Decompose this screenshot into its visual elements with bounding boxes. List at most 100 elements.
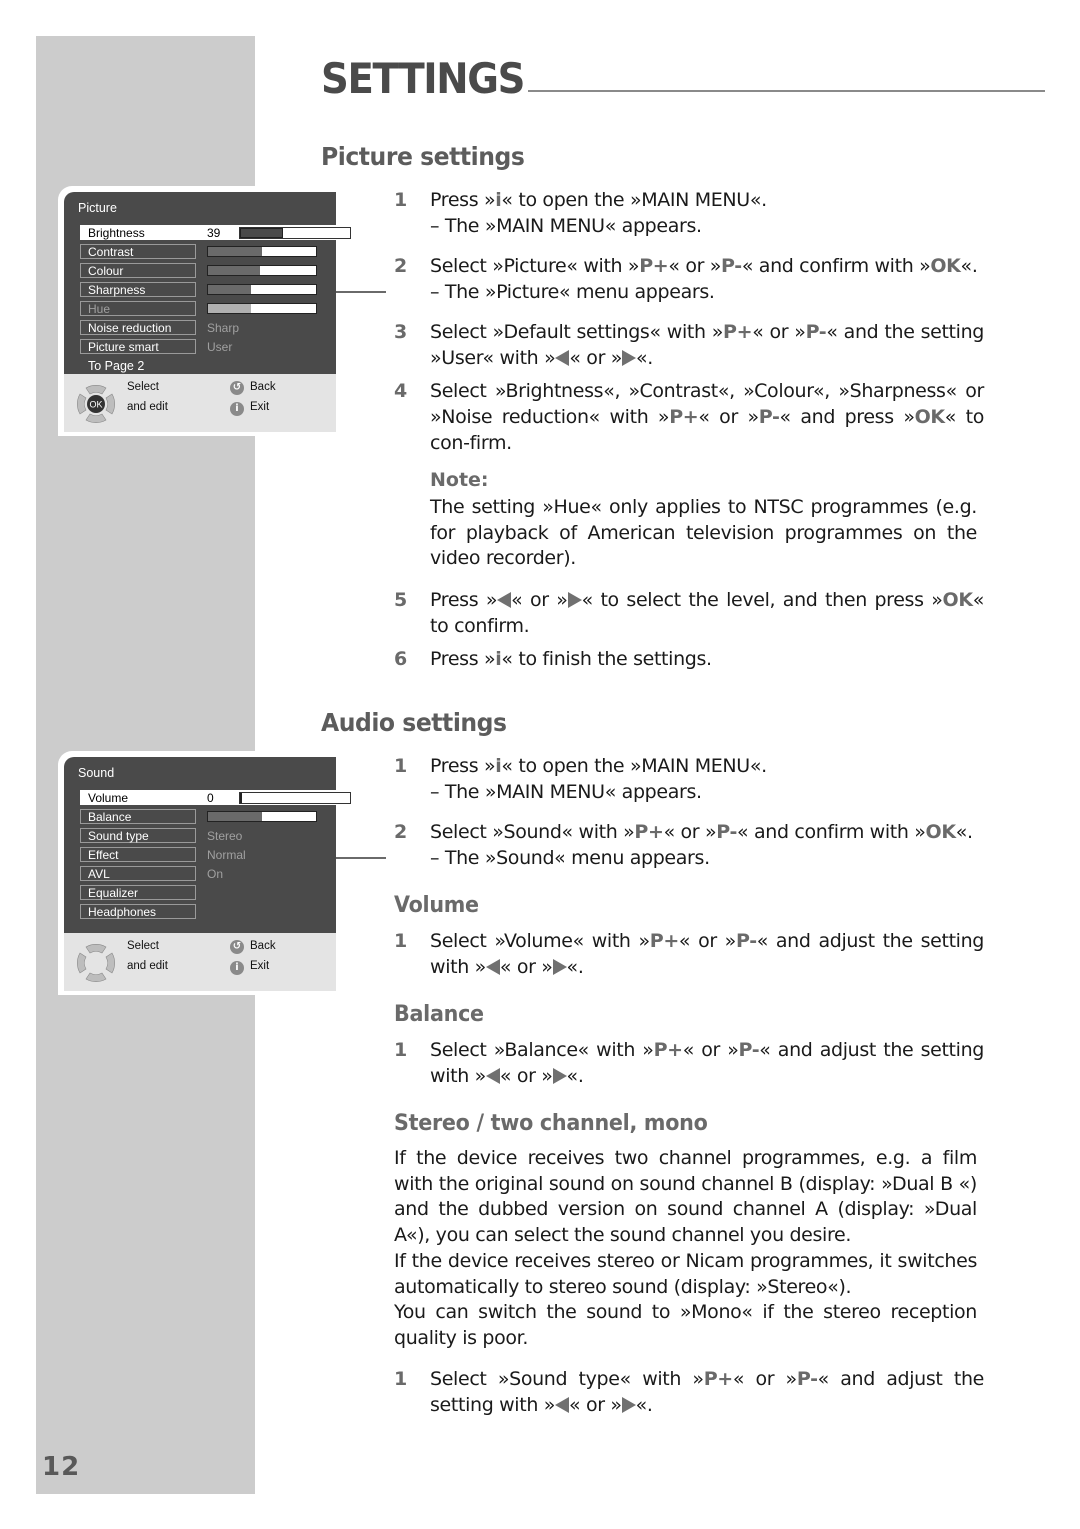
page-title: SETTINGS xyxy=(321,54,525,103)
menu-item-label: Balance xyxy=(88,810,132,824)
picture-step-6: 6 Press »i« to finish the settings. xyxy=(394,646,984,672)
menu-item-avl[interactable]: AVL xyxy=(80,866,196,881)
dpad-icon xyxy=(77,944,115,982)
dpad-ok-icon: OK xyxy=(77,385,115,423)
picture-settings-heading: Picture settings xyxy=(321,142,525,171)
menu-item-label: Sharpness xyxy=(88,283,146,297)
step-number: 1 xyxy=(394,755,408,777)
menu-item-value: On xyxy=(207,867,224,881)
sound-menu-footer: Select and edit ↺ Back i Exit xyxy=(64,933,336,991)
picture-step-4: 4 Select »Brightness«, »Contrast«, »Colou… xyxy=(394,378,984,456)
menu-item-effect[interactable]: Effect xyxy=(80,847,196,862)
sound-menu-leader-line xyxy=(336,857,386,859)
sound-menu-panel: Sound Volume 0 Balance Sound type Stereo Effe… xyxy=(64,757,354,933)
step-number: 5 xyxy=(394,589,408,611)
sound-menu: Sound Volume 0 Balance Sound type Stereo Effe… xyxy=(58,751,354,995)
footer-select-label: Select xyxy=(127,381,159,393)
to-page-2-link[interactable]: To Page 2 xyxy=(88,359,144,373)
page-number: 12 xyxy=(42,1452,81,1482)
back-icon: ↺ xyxy=(230,940,244,954)
volume-step: 1 Select »Volume« with »P+« or »P-« and … xyxy=(394,930,984,978)
stereo-heading: Stereo / two channel, mono xyxy=(394,1111,708,1136)
menu-item-value: 39 xyxy=(207,226,221,240)
balance-heading: Balance xyxy=(394,1002,484,1027)
picture-step-1: 1 Press »i« to open the »MAIN MENU«. – The… xyxy=(394,187,984,239)
menu-item-label: Picture smart xyxy=(88,340,159,354)
level-slider[interactable] xyxy=(207,303,317,314)
level-slider-fill xyxy=(208,285,252,294)
level-slider-fill xyxy=(208,812,262,821)
menu-item-label: Volume xyxy=(88,791,129,805)
picture-menu-footer: OK Select and edit ↺ Back i Exit xyxy=(64,374,336,432)
step-text: Press »i« to finish the settings. xyxy=(430,648,712,670)
step-number: 3 xyxy=(394,321,408,343)
menu-item-noise-reduction[interactable]: Noise reduction xyxy=(80,320,196,335)
menu-item-contrast[interactable]: Contrast xyxy=(80,244,196,259)
sound-menu-title: Sound xyxy=(78,766,115,780)
info-exit-icon: i xyxy=(230,961,244,975)
menu-item-label: Sound type xyxy=(88,829,149,843)
footer-and-edit-label: and edit xyxy=(127,401,168,413)
step-text: Press »i« to open the »MAIN MENU«. – The … xyxy=(430,189,767,237)
picture-step-3: 3 Select »Default settings« with »P+« or … xyxy=(394,319,984,371)
footer-and-edit-label: and edit xyxy=(127,960,168,972)
menu-item-picture-smart[interactable]: Picture smart xyxy=(80,339,196,354)
menu-item-colour[interactable]: Colour xyxy=(80,263,196,278)
step-number: 2 xyxy=(394,255,408,277)
menu-item-hue[interactable]: Hue xyxy=(80,301,196,316)
picture-menu: Picture Brightness 39 Contrast Colour Sharpn… xyxy=(58,186,354,436)
footer-back-label: Back xyxy=(250,381,276,393)
stereo-paragraph-2: If the device receives stereo or Nicam p… xyxy=(394,1250,977,1298)
note-label: Note: xyxy=(430,469,489,491)
balance-step: 1 Select »Balance« with »P+« or »P-« and… xyxy=(394,1039,984,1087)
step-number: 1 xyxy=(394,189,408,211)
level-slider-fill xyxy=(240,228,283,238)
back-icon: ↺ xyxy=(230,381,244,395)
step-text: Select »Picture« with »P+« or »P-« and c… xyxy=(430,255,978,303)
footer-back-label: Back xyxy=(250,940,276,952)
menu-item-value: Normal xyxy=(207,848,246,862)
menu-item-label: Noise reduction xyxy=(88,321,172,335)
menu-item-label: Headphones xyxy=(88,905,157,919)
menu-item-equalizer[interactable]: Equalizer xyxy=(80,885,196,900)
picture-step-2: 2 Select »Picture« with »P+« or »P-« and … xyxy=(394,253,984,305)
step-number: 6 xyxy=(394,648,408,670)
level-slider-fill xyxy=(208,304,252,313)
footer-select-label: Select xyxy=(127,940,159,952)
level-slider[interactable] xyxy=(207,284,317,295)
menu-item-label: Contrast xyxy=(88,245,134,259)
level-slider[interactable] xyxy=(207,265,317,276)
menu-item-label: Equalizer xyxy=(88,886,139,900)
level-slider[interactable] xyxy=(207,246,317,257)
volume-heading: Volume xyxy=(394,893,479,918)
step-text: Select »Brightness«, »Contrast«, »Colour… xyxy=(430,380,984,454)
menu-item-value: 0 xyxy=(207,791,214,805)
menu-item-label: Brightness xyxy=(88,226,145,240)
picture-menu-panel: Picture Brightness 39 Contrast Colour Sharpn… xyxy=(64,192,354,374)
stereo-paragraph-3: You can switch the sound to »Mono« if th… xyxy=(394,1301,977,1349)
menu-item-value: Stereo xyxy=(207,829,243,843)
menu-item-value: User xyxy=(207,340,233,354)
note-text: The setting »Hue« only applies to NTSC p… xyxy=(430,496,977,570)
audio-settings-heading: Audio settings xyxy=(321,708,507,737)
menu-item-label: Colour xyxy=(88,264,124,278)
level-slider[interactable] xyxy=(207,811,317,822)
menu-item-label: Hue xyxy=(88,302,111,316)
stereo-paragraph-1: If the device receives two channel progr… xyxy=(394,1147,977,1247)
menu-item-sound-type[interactable]: Sound type xyxy=(80,828,196,843)
menu-item-balance[interactable]: Balance xyxy=(80,809,196,824)
sound-type-step: 1 Select »Sound type« with »P+« or »P-« … xyxy=(394,1368,984,1416)
level-slider[interactable] xyxy=(239,227,351,239)
menu-item-sharpness[interactable]: Sharpness xyxy=(80,282,196,297)
step-text: Press » « or » « to select the level, and … xyxy=(430,589,984,637)
level-slider[interactable] xyxy=(239,792,351,804)
menu-item-headphones[interactable]: Headphones xyxy=(80,904,196,919)
step-text: Press »i« to open the »MAIN MENU«. – The … xyxy=(430,755,767,803)
picture-menu-leader-line xyxy=(336,291,386,293)
menu-item-label: AVL xyxy=(88,867,110,881)
svg-text:OK: OK xyxy=(89,400,102,410)
step-number: 4 xyxy=(394,380,408,402)
menu-item-value: Sharp xyxy=(207,321,240,335)
audio-step-2: 2 Select »Sound« with »P+« or »P-« and co… xyxy=(394,819,984,871)
audio-step-1: 1 Press »i« to open the »MAIN MENU«. – The… xyxy=(394,753,984,805)
